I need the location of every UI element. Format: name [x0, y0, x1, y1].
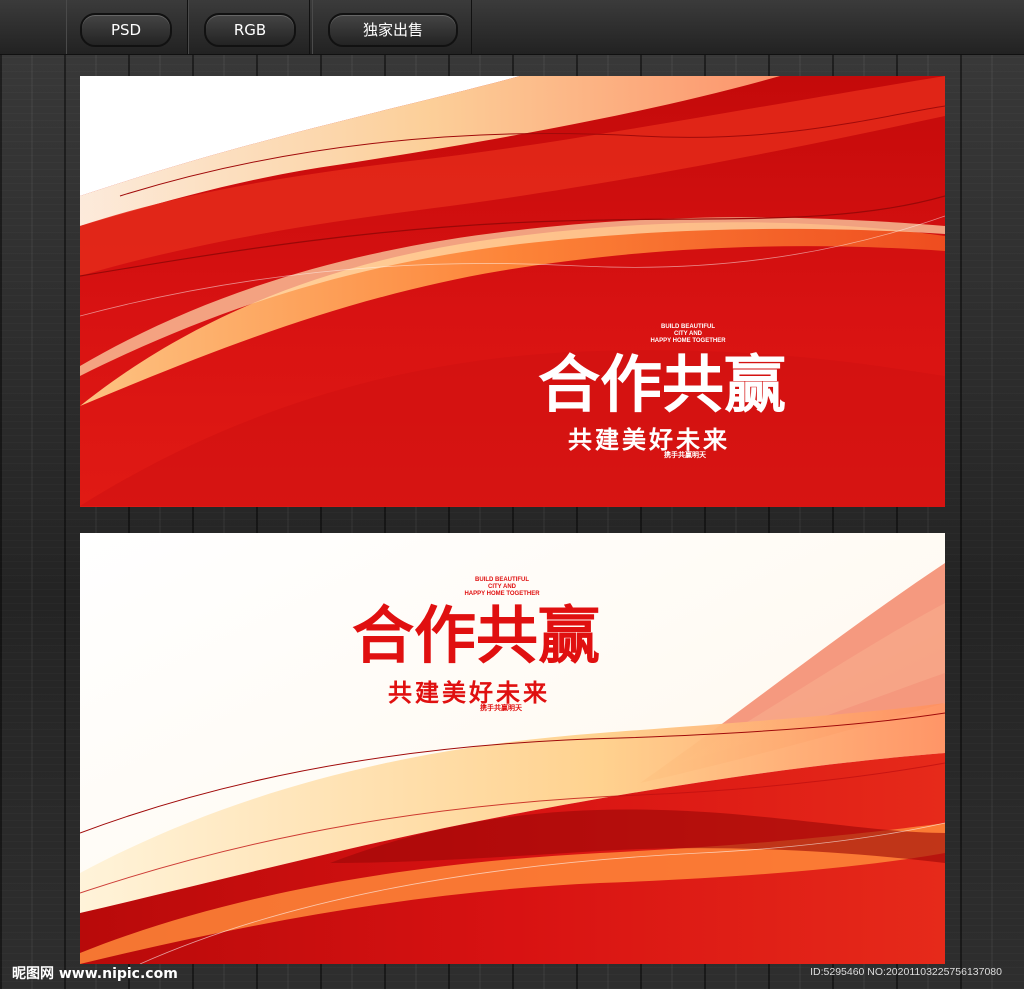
main-title: 合作共赢 — [352, 599, 601, 672]
footer-watermark: 昵图网 www.nipic.com ID:5295460 NO:20201103… — [0, 956, 1024, 989]
english-slogan: BUILD BEAUTIFUL CITY AND HAPPY HOME TOGE… — [460, 577, 544, 598]
english-line: CITY AND — [487, 584, 516, 590]
banner-red: BUILD BEAUTIFUL CITY AND HAPPY HOME TOGE… — [80, 76, 945, 507]
red-wave-graphic — [80, 76, 945, 507]
toolbar: PSD RGB 独家出售 — [0, 0, 1024, 55]
image-id-text: ID:5295460 NO:20201103225756137080 — [810, 966, 1002, 978]
english-line: BUILD BEAUTIFUL — [661, 324, 715, 330]
english-slogan: BUILD BEAUTIFUL CITY AND HAPPY HOME TOGE… — [646, 324, 730, 345]
main-title: 合作共赢 — [538, 348, 787, 421]
english-line: HAPPY HOME TOGETHER — [650, 338, 726, 344]
color-mode-button[interactable]: RGB — [204, 13, 296, 47]
license-button[interactable]: 独家出售 — [328, 13, 458, 47]
english-line: CITY AND — [673, 331, 702, 337]
english-line: HAPPY HOME TOGETHER — [464, 591, 540, 597]
handwritten-line: 携手共赢明天 — [480, 703, 522, 712]
english-line: BUILD BEAUTIFUL — [475, 577, 529, 583]
subtitle: 共建美好未来 — [388, 678, 550, 707]
format-button[interactable]: PSD — [80, 13, 172, 47]
banner-white: BUILD BEAUTIFUL CITY AND HAPPY HOME TOGE… — [80, 533, 945, 964]
handwritten-line: 携手共赢明天 — [664, 450, 706, 459]
site-watermark: 昵图网 www.nipic.com — [12, 966, 178, 982]
